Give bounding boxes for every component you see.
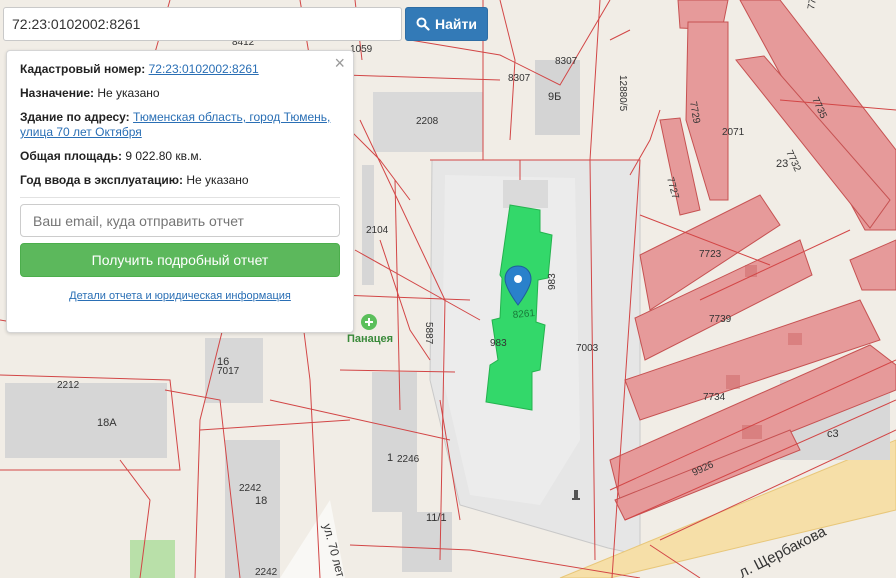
search-bar <box>3 7 402 41</box>
year-value: Не указано <box>186 173 249 187</box>
purpose-label: Назначение: <box>20 86 95 100</box>
parcel-label: 8307 <box>508 73 531 84</box>
details-link[interactable]: Детали отчета и юридическая информация <box>69 290 291 302</box>
address-label: Здание по адресу: <box>20 110 130 124</box>
close-icon[interactable]: × <box>334 54 345 72</box>
details-link-row: Детали отчета и юридическая информация <box>20 290 340 302</box>
parcel-label: 2071 <box>722 127 745 138</box>
building-number: 1 <box>387 452 393 464</box>
building-number: 23 <box>776 158 788 170</box>
area-row: Общая площадь: 9 022.80 кв.м. <box>20 149 340 164</box>
search-icon <box>416 17 430 31</box>
parcel-label: 2104 <box>366 225 389 236</box>
email-field[interactable] <box>20 204 340 237</box>
parcel-label: 983 <box>490 338 507 349</box>
parcel-label: 7734 <box>703 392 726 403</box>
building-number: с3 <box>827 428 839 440</box>
area-value: 9 022.80 кв.м. <box>125 149 202 163</box>
parcel-label: 8307 <box>555 56 578 67</box>
address-row: Здание по адресу: Тюменская область, гор… <box>20 110 340 140</box>
parcel-label: 983 <box>547 273 558 290</box>
area-label: Общая площадь: <box>20 149 123 163</box>
search-input[interactable] <box>4 8 401 40</box>
address-line-2: улица 70 лет Октября <box>20 125 142 139</box>
divider <box>20 197 340 198</box>
building-number: 11/1 <box>426 512 447 524</box>
parcel-label: 12880/5 <box>617 75 628 112</box>
cadastral-number-row: Кадастровый номер: 72:23:0102002:8261 <box>20 62 340 77</box>
get-report-button[interactable]: Получить подробный отчет <box>20 243 340 277</box>
year-row: Год ввода в эксплуатацию: Не указано <box>20 173 340 188</box>
parcel-label: 2242 <box>239 483 262 494</box>
parcel-label: 7723 <box>699 249 722 260</box>
building-number: 9Б <box>548 91 561 103</box>
parcel-label: 2208 <box>416 116 439 127</box>
parcel-label: 7739 <box>709 314 732 325</box>
search-button[interactable]: Найти <box>405 7 488 41</box>
poi-pharmacy-label: Панацея <box>347 333 393 345</box>
building-number: 18 <box>255 495 267 507</box>
purpose-value: Не указано <box>97 86 160 100</box>
parcel-label: 2246 <box>397 454 420 465</box>
cadastral-number-label: Кадастровый номер: <box>20 62 146 76</box>
parcel-label: 2242 <box>255 567 278 578</box>
parcel-label: 2212 <box>57 380 80 391</box>
parcel-label: 7017 <box>217 366 240 377</box>
info-panel: × Кадастровый номер: 72:23:0102002:8261 … <box>6 50 354 333</box>
parcel-label: 5887 <box>423 322 434 345</box>
search-button-label: Найти <box>435 16 477 32</box>
plus-circle-icon[interactable] <box>361 314 377 330</box>
purpose-row: Назначение: Не указано <box>20 86 340 101</box>
year-label: Год ввода в эксплуатацию: <box>20 173 184 187</box>
building-number: 18А <box>97 417 117 429</box>
cadastral-number-link[interactable]: 72:23:0102002:8261 <box>149 62 259 76</box>
address-line-1: Тюменская область, город Тюмень, <box>133 110 331 124</box>
parcel-label: 7003 <box>576 343 599 354</box>
parcel-label: 8261 <box>512 308 536 321</box>
